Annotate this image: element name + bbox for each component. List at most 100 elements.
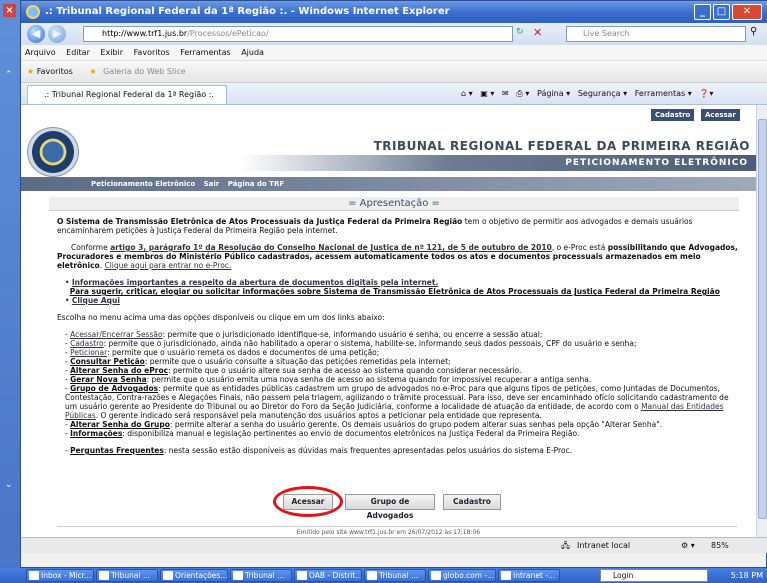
- task-tribunal-2[interactable]: Tribunal ...: [230, 569, 292, 582]
- maximize-button[interactable]: □: [713, 4, 730, 20]
- presentation-body: O Sistema de Transmissão Eletrônica de A…: [57, 217, 742, 455]
- zoom-level[interactable]: 85%: [711, 538, 729, 554]
- list-item: - Informações: disponibiliza manual e le…: [65, 429, 580, 438]
- scrollbar-thumb[interactable]: [758, 119, 767, 519]
- coat-of-arms-logo: [27, 127, 79, 177]
- login-toolbar-input[interactable]: Login: [600, 569, 708, 582]
- task-oab[interactable]: OAB - Distrit...: [294, 569, 362, 582]
- menu-ajuda[interactable]: Ajuda: [237, 45, 268, 61]
- title-bar: .: Tribunal Regional Federal da 1ª Regiã…: [21, 1, 767, 23]
- option-gerar-senha[interactable]: Gerar Nova Senha: [70, 375, 147, 384]
- feedback-link[interactable]: Para sugerir, criticar, elogiar ou solic…: [70, 287, 720, 296]
- option-faq[interactable]: Perguntas Frequentes: [70, 446, 164, 455]
- forward-button[interactable]: ▶: [48, 25, 66, 43]
- option-informacoes[interactable]: Informações: [70, 429, 122, 438]
- top-links: Cadastro Acessar: [21, 105, 756, 125]
- tools-menu[interactable]: Ferramentas ▾: [635, 89, 692, 98]
- protected-mode-icon[interactable]: ⚙ ▾: [681, 538, 695, 554]
- tab-trf1[interactable]: .: Tribunal Regional Federal da 1ª Regiã…: [27, 85, 227, 104]
- web-slice-gallery-link[interactable]: Galeria do Web Slice: [103, 67, 186, 76]
- option-alterar-senha-grupo[interactable]: Alterar Senha do Grupo: [70, 420, 170, 429]
- menu-exibir[interactable]: Exibir: [96, 45, 127, 61]
- task-intranet[interactable]: Intranet -...: [498, 569, 560, 582]
- acessar-link[interactable]: Acessar: [701, 109, 740, 121]
- security-menu[interactable]: Segurança ▾: [578, 89, 627, 98]
- option-consultar[interactable]: Consultar Petição: [70, 357, 145, 366]
- zone-icon: 🖧: [561, 541, 570, 550]
- ie-icon: [99, 571, 109, 580]
- list-item: - Alterar Senha do Grupo: permite altera…: [65, 420, 663, 429]
- search-icon[interactable]: ⚲: [750, 26, 757, 37]
- info-links: • Informações importantes a respeito da …: [65, 278, 742, 305]
- footer-divider: [57, 526, 737, 527]
- section-title: = Apresentação =: [49, 197, 739, 211]
- cadastro-link[interactable]: Cadastro: [651, 109, 695, 121]
- outlook-icon: [29, 571, 39, 580]
- option-list: - Acessar/Encerrar Sessão: permite que o…: [65, 330, 742, 455]
- command-bar: ⌂ ▾ ▣ ▾ ✉ ⎙ ▾ Página ▾ Segurança ▾ Ferra…: [461, 85, 713, 103]
- mail-icon[interactable]: ✉: [502, 89, 509, 98]
- page-menu[interactable]: Página ▾: [537, 89, 570, 98]
- menu-arquivo[interactable]: Arquivo: [21, 45, 60, 61]
- clique-aqui-link[interactable]: Clique Aqui: [72, 296, 120, 305]
- list-item: • Clique Aqui: [65, 296, 120, 305]
- option-alterar-senha[interactable]: Alterar Senha do eProc: [70, 366, 168, 375]
- security-zone: Intranet local: [577, 541, 631, 550]
- grupo-advogados-button[interactable]: Grupo de Advogados: [345, 494, 435, 520]
- taskbar: Inbox - Micr... Tribunal ... Orientações…: [0, 568, 767, 583]
- menu-editar[interactable]: Editar: [62, 45, 94, 61]
- help-icon[interactable]: ❓▾: [699, 89, 713, 98]
- option-grupo-advogados[interactable]: Grupo de Advogados: [70, 384, 158, 393]
- status-bar: 🖧 Intranet local ⚙ ▾ 85%: [21, 537, 767, 553]
- list-item: - Alterar Senha do eProc: permite que o …: [65, 366, 522, 375]
- enter-eproc-link[interactable]: Clique aqui para entrar no e-Proc.: [104, 261, 231, 270]
- back-button[interactable]: ◀: [27, 25, 45, 43]
- task-globo[interactable]: globo.com -...: [428, 569, 496, 582]
- tab-bar: .: Tribunal Regional Federal da 1ª Regiã…: [21, 83, 767, 105]
- print-icon[interactable]: ⎙ ▾: [516, 89, 529, 98]
- search-input[interactable]: Live Search: [566, 26, 746, 42]
- browser-window: .: Tribunal Regional Federal da 1ª Regiã…: [20, 0, 767, 568]
- option-peticionar[interactable]: Peticionar: [70, 348, 107, 357]
- address-input[interactable]: http://www.trf1.jus.br/Processos/ePetica…: [83, 26, 513, 42]
- address-row: ◀ ▶ http://www.trf1.jus.br/Processos/ePe…: [21, 23, 767, 45]
- menu-favoritos[interactable]: Favoritos: [130, 45, 174, 61]
- ie-logo-icon: [26, 5, 40, 19]
- favorites-button[interactable]: Favoritos: [37, 67, 73, 76]
- chevron-up-icon[interactable]: ⌃: [5, 70, 15, 80]
- left-panel-strip: × ⌃ ⌄: [0, 0, 20, 583]
- home-icon[interactable]: ⌂ ▾: [461, 89, 473, 98]
- cadastro-button[interactable]: Cadastro: [443, 494, 501, 510]
- list-item: - Grupo de Advogados: permite que as ent…: [65, 384, 729, 420]
- nav-peticionamento[interactable]: Peticionamento Eletrônico: [91, 180, 195, 188]
- add-favorite-icon[interactable]: ★: [89, 67, 96, 76]
- word-icon: [163, 571, 173, 580]
- option-acessar[interactable]: Acessar/Encerrar Sessão: [70, 330, 162, 339]
- close-icon[interactable]: ×: [3, 4, 16, 17]
- menu-ferramentas[interactable]: Ferramentas: [176, 45, 234, 61]
- acessar-button[interactable]: Acessar: [283, 494, 333, 510]
- choose-instruction: Escolha no menu acima uma das opções dis…: [57, 313, 385, 322]
- info-documents-link[interactable]: Informações importantes a respeito da ab…: [72, 278, 439, 287]
- option-cadastro[interactable]: Cadastro: [70, 339, 104, 348]
- list-item: - Perguntas Frequentes: nesta sessão est…: [65, 446, 573, 455]
- vertical-scrollbar[interactable]: [756, 105, 767, 537]
- close-button[interactable]: ✕: [732, 4, 762, 20]
- system-title: PETICIONAMENTO ELETRÔNICO: [241, 155, 756, 171]
- minimize-button[interactable]: _: [694, 4, 711, 20]
- list-item: - Gerar Nova Senha: permite que o usuári…: [65, 375, 592, 384]
- resolution-link[interactable]: artigo 3, parágrafo 1º da Resolução do C…: [110, 243, 552, 252]
- refresh-icon[interactable]: ↻: [516, 27, 524, 37]
- task-tribunal-3[interactable]: Tribunal ...: [364, 569, 426, 582]
- task-tribunal-1[interactable]: Tribunal ...: [96, 569, 158, 582]
- nav-sair[interactable]: Sair: [204, 180, 220, 188]
- task-orientacoes[interactable]: Orientações...: [160, 569, 228, 582]
- stop-icon[interactable]: ✕: [533, 26, 542, 39]
- chevron-down-icon[interactable]: ⌄: [5, 480, 15, 490]
- list-item: - Cadastro: permite que o jurisdicionado…: [65, 339, 637, 348]
- nav-pagina-trf[interactable]: Página do TRF: [228, 180, 284, 188]
- feeds-icon[interactable]: ▣ ▾: [480, 89, 494, 98]
- task-inbox[interactable]: Inbox - Micr...: [26, 569, 94, 582]
- list-item: - Acessar/Encerrar Sessão: permite que o…: [65, 330, 543, 339]
- ie-icon: [431, 571, 441, 580]
